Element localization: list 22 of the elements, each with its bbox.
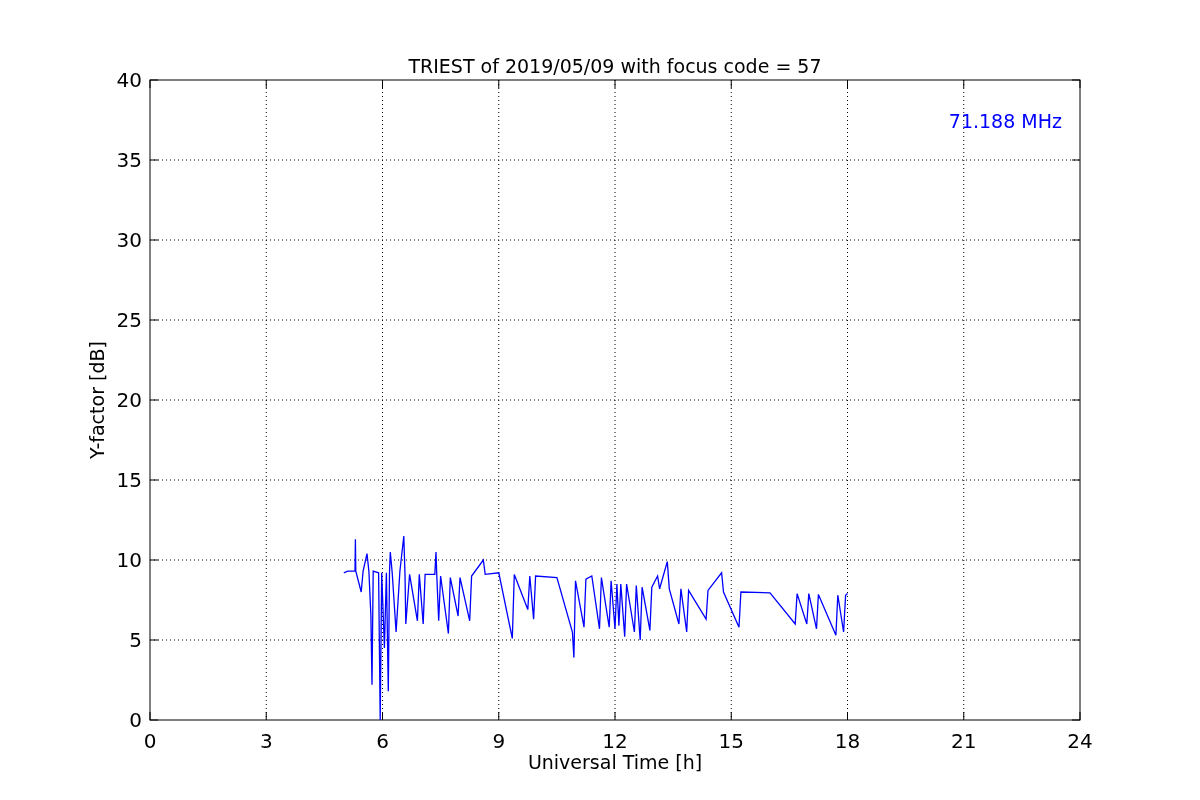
y-tick-label: 5 — [129, 628, 142, 652]
y-tick-label: 10 — [116, 548, 142, 572]
x-tick-label: 6 — [376, 729, 389, 753]
x-tick-label: 9 — [492, 729, 506, 753]
y-tick-label: 0 — [129, 708, 142, 732]
y-tick-label: 30 — [116, 228, 142, 252]
y-tick-label: 35 — [116, 148, 142, 172]
x-tick-label: 24 — [1067, 729, 1093, 753]
y-tick-label: 15 — [116, 468, 142, 492]
x-tick-label: 18 — [834, 729, 861, 753]
y-tick-label: 25 — [116, 308, 142, 332]
series-label: 71.188 MHz — [948, 110, 1062, 132]
x-tick-label: 0 — [143, 729, 157, 753]
x-tick-label: 15 — [718, 729, 744, 753]
x-tick-label: 12 — [602, 729, 628, 753]
x-axis-label: Universal Time [h] — [527, 751, 703, 773]
chart-title: TRIEST of 2019/05/09 with focus code = 57 — [408, 55, 822, 77]
x-tick-label: 3 — [259, 729, 273, 753]
y-tick-label: 40 — [116, 68, 142, 92]
y-axis-label: Y-factor [dB] — [86, 341, 108, 459]
y-tick-label: 20 — [116, 388, 142, 412]
x-tick-label: 21 — [951, 729, 977, 753]
